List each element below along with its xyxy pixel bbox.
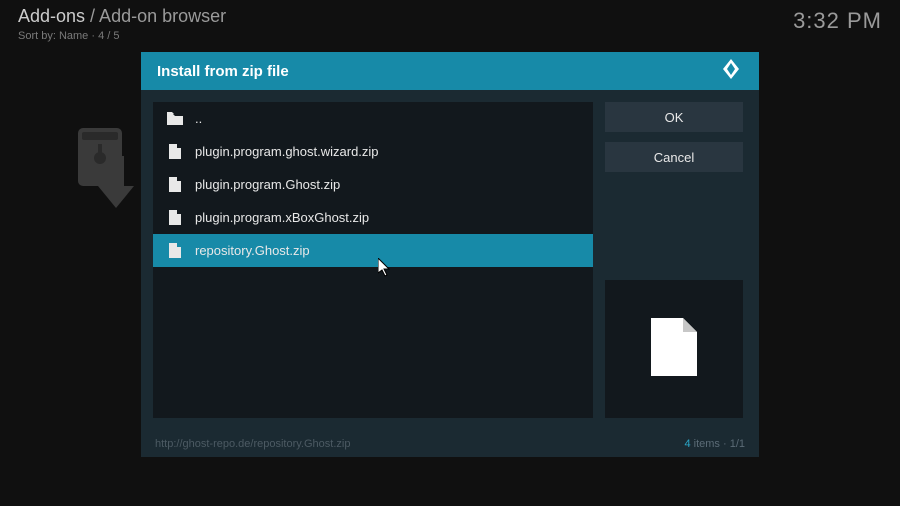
- dialog-right-panel: OK Cancel: [605, 102, 743, 418]
- file-label: plugin.program.xBoxGhost.zip: [195, 210, 369, 225]
- file-icon: [167, 243, 183, 259]
- sort-info: Sort by: Name · 4 / 5: [18, 30, 119, 42]
- clock: 3:32 PM: [793, 8, 882, 34]
- file-list: .. plugin.program.ghost.wizard.zip plugi…: [153, 102, 593, 418]
- folder-icon: [167, 111, 183, 127]
- file-label: plugin.program.ghost.wizard.zip: [195, 144, 379, 159]
- file-parent-dir[interactable]: ..: [153, 102, 593, 135]
- ok-button[interactable]: OK: [605, 102, 743, 132]
- footer-page: 1/1: [730, 438, 745, 450]
- dialog-title-text: Install from zip file: [157, 63, 289, 80]
- footer-items-label: items ·: [691, 438, 730, 450]
- kodi-logo-icon: [719, 57, 743, 85]
- file-label: plugin.program.Ghost.zip: [195, 177, 340, 192]
- file-item-selected[interactable]: repository.Ghost.zip: [153, 234, 593, 267]
- preview-panel: [605, 280, 743, 418]
- breadcrumb-rest: / Add-on browser: [85, 6, 226, 26]
- cancel-button[interactable]: Cancel: [605, 142, 743, 172]
- dialog-body: .. plugin.program.ghost.wizard.zip plugi…: [141, 90, 759, 430]
- footer-path: http://ghost-repo.de/repository.Ghost.zi…: [155, 438, 350, 450]
- file-item[interactable]: plugin.program.ghost.wizard.zip: [153, 135, 593, 168]
- footer-item-count: 4 items · 1/1: [684, 438, 745, 450]
- file-preview-icon: [651, 318, 697, 381]
- file-icon: [167, 144, 183, 160]
- file-icon: [167, 177, 183, 193]
- file-item[interactable]: plugin.program.xBoxGhost.zip: [153, 201, 593, 234]
- breadcrumb-first: Add-ons: [18, 6, 85, 26]
- file-label: repository.Ghost.zip: [195, 243, 310, 258]
- file-label: ..: [195, 111, 202, 126]
- zip-download-icon: [78, 128, 138, 213]
- file-item[interactable]: plugin.program.Ghost.zip: [153, 168, 593, 201]
- breadcrumb: Add-ons / Add-on browser: [18, 6, 226, 27]
- install-zip-dialog: Install from zip file .. plugin.program.…: [141, 52, 759, 457]
- file-icon: [167, 210, 183, 226]
- dialog-footer: http://ghost-repo.de/repository.Ghost.zi…: [141, 430, 759, 457]
- dialog-titlebar: Install from zip file: [141, 52, 759, 90]
